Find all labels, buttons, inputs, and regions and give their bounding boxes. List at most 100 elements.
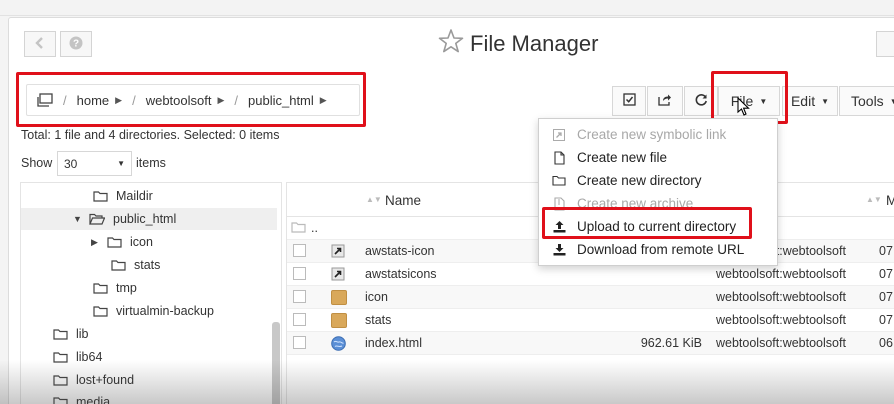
column-header-name[interactable]: Name (385, 193, 421, 208)
folder-icon (93, 190, 108, 202)
folder-icon (93, 305, 108, 317)
select-all-button[interactable] (612, 86, 646, 116)
menu-item-label: Create new directory (577, 173, 702, 188)
share-button[interactable] (647, 86, 683, 116)
menu-item-create-directory[interactable]: Create new directory (539, 169, 777, 192)
table-row[interactable]: icon webtoolsoft:webtoolsoft 07 (287, 286, 894, 309)
tree-item-public-html[interactable]: ▼ public_html (21, 208, 277, 230)
tree-item-label: icon (130, 235, 153, 249)
page-title: File Manager (438, 28, 598, 60)
symlink-icon (551, 128, 567, 141)
arrow-left-icon (33, 36, 47, 53)
file-name: awstats-icon (365, 244, 435, 258)
refresh-icon (695, 93, 708, 109)
page-size-select[interactable]: 30 ▼ (57, 151, 132, 176)
star-icon[interactable] (438, 28, 464, 60)
tree-item-label: public_html (113, 212, 177, 226)
html-file-icon (331, 336, 346, 354)
tree-item-lost-found[interactable]: lost+found (21, 369, 277, 391)
table-row[interactable]: index.html 962.61 KiB webtoolsoft:webtoo… (287, 332, 894, 355)
menu-item-label: Create new file (577, 150, 668, 165)
table-row[interactable]: awstatsicons webtoolsoft:webtoolsoft 07 (287, 263, 894, 286)
tree-item-stats[interactable]: stats (21, 254, 277, 276)
menu-item-create-symlink[interactable]: Create new symbolic link (539, 123, 777, 146)
menu-item-download-remote[interactable]: Download from remote URL (539, 238, 777, 261)
tree-item-lib[interactable]: lib (21, 323, 277, 345)
back-button[interactable] (24, 31, 56, 57)
question-icon: ? (69, 36, 83, 53)
file-owner: webtoolsoft:webtoolsoft (716, 267, 846, 281)
row-checkbox[interactable] (293, 313, 306, 326)
items-label: items (136, 156, 166, 170)
file-date: 07 (879, 244, 893, 258)
right-edge-button[interactable] (876, 31, 894, 57)
column-header-modified[interactable]: M (886, 193, 894, 208)
file-name: icon (365, 290, 388, 304)
download-icon (551, 243, 567, 256)
page-title-text: File Manager (470, 31, 599, 56)
file-size: 962.61 KiB (640, 336, 702, 350)
file-date: 07 (879, 313, 893, 327)
symlink-icon (331, 244, 345, 261)
page-size-value: 30 (64, 156, 78, 171)
row-checkbox[interactable] (293, 290, 306, 303)
help-button[interactable]: ? (60, 31, 92, 57)
caret-down-icon: ▼ (889, 96, 894, 106)
file-owner: webtoolsoft:webtoolsoft (716, 313, 846, 327)
parent-directory-label: .. (311, 221, 318, 235)
file-owner: webtoolsoft:webtoolsoft (716, 336, 846, 350)
tree-item-tmp[interactable]: tmp (21, 277, 277, 299)
edit-menu-button[interactable]: Edit ▼ (782, 86, 838, 116)
tree-item-label: virtualmin-backup (116, 304, 214, 318)
folder-icon (551, 175, 567, 186)
tree-item-label: lib64 (76, 350, 103, 364)
row-checkbox[interactable] (293, 336, 306, 349)
file-name: stats (365, 313, 392, 327)
file-owner: webtoolsoft:webtoolsoft (716, 290, 846, 304)
row-checkbox[interactable] (293, 267, 306, 280)
tree-item-lib64[interactable]: lib64 (21, 346, 277, 368)
row-checkbox[interactable] (293, 244, 306, 257)
folder-icon (93, 282, 108, 294)
show-label: Show (21, 156, 53, 170)
tools-menu-label: Tools (851, 93, 884, 109)
folder-icon (331, 313, 347, 331)
table-row[interactable]: stats webtoolsoft:webtoolsoft 07 (287, 309, 894, 332)
tree-item-maildir[interactable]: Maildir (21, 185, 277, 207)
sort-icon[interactable]: ▲▼ (866, 195, 882, 204)
caret-down-icon[interactable]: ▼ (73, 214, 83, 224)
file-dropdown-menu: Create new symbolic link Create new file… (538, 118, 778, 266)
file-date: 07 (879, 267, 893, 281)
tree-item-label: lost+found (76, 373, 135, 387)
folder-icon (53, 396, 68, 404)
browser-top-strip (0, 0, 894, 16)
tree-item-label: Maildir (116, 189, 153, 203)
tree-item-label: lib (76, 327, 89, 341)
caret-right-icon[interactable]: ▶ (91, 237, 101, 248)
file-name: awstatsicons (365, 267, 437, 281)
tree-item-virtualmin-backup[interactable]: virtualmin-backup (21, 300, 277, 322)
tree-item-label: stats (134, 258, 161, 272)
folder-icon (53, 351, 68, 363)
mouse-cursor-icon (737, 96, 751, 120)
folder-icon (107, 236, 122, 248)
folder-icon (111, 259, 126, 271)
menu-item-label: Download from remote URL (577, 242, 745, 257)
folder-icon (291, 221, 306, 236)
tree-item-label: tmp (116, 281, 137, 295)
tools-menu-button[interactable]: Tools ▼ (839, 86, 894, 116)
tree-item-media[interactable]: media (21, 392, 277, 404)
svg-text:?: ? (73, 38, 79, 49)
folder-icon (331, 290, 347, 308)
highlight-breadcrumb (16, 72, 366, 127)
caret-down-icon: ▼ (821, 96, 830, 106)
tree-scrollbar[interactable] (272, 322, 280, 404)
menu-item-create-file[interactable]: Create new file (539, 146, 777, 169)
summary-text: Total: 1 file and 4 directories. Selecte… (21, 128, 280, 142)
sort-icon[interactable]: ▲▼ (366, 195, 382, 204)
tree-item-label: media (76, 395, 111, 404)
tree-item-icon[interactable]: ▶ icon (21, 231, 277, 253)
folder-icon (53, 328, 68, 340)
edit-menu-label: Edit (790, 93, 816, 109)
share-icon (658, 93, 672, 109)
